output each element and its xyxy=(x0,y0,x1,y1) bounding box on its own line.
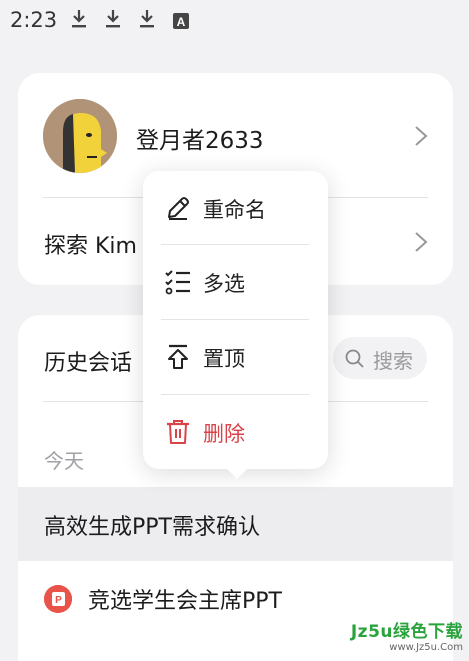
download-icon xyxy=(140,10,154,28)
chevron-right-icon[interactable] xyxy=(414,231,428,253)
context-menu-pointer xyxy=(224,466,250,479)
watermark-main: Jz5u绿色下载 xyxy=(350,622,463,642)
checklist-icon xyxy=(165,270,190,295)
menu-item-pin[interactable]: 置顶 xyxy=(143,320,328,394)
trash-icon xyxy=(167,420,189,444)
list-item-title: 高效生成PPT需求确认 xyxy=(44,515,260,540)
section-today: 今天 xyxy=(44,449,84,473)
list-item[interactable]: 高效生成PPT需求确认 xyxy=(18,487,453,561)
menu-item-delete[interactable]: 删除 xyxy=(143,395,328,469)
search-button[interactable]: 搜索 xyxy=(333,337,427,379)
download-icon xyxy=(106,10,120,28)
menu-item-label: 重命名 xyxy=(203,198,266,222)
watermark-sub: www.Jz5u.Com xyxy=(389,642,463,653)
watermark: Jz5u绿色下载 www.Jz5u.Com xyxy=(351,617,463,653)
chevron-right-icon[interactable] xyxy=(414,125,428,147)
search-label: 搜索 xyxy=(373,349,413,373)
menu-item-label: 删除 xyxy=(203,422,245,446)
pin-top-icon xyxy=(168,344,188,369)
avatar[interactable] xyxy=(43,99,117,173)
menu-item-label: 多选 xyxy=(203,272,245,296)
context-menu: 重命名 多选 置顶 删除 xyxy=(143,171,328,469)
svg-text:A: A xyxy=(177,15,186,29)
status-bar: 2:23 A xyxy=(0,0,469,40)
search-icon xyxy=(345,349,364,368)
menu-item-rename[interactable]: 重命名 xyxy=(143,171,328,245)
menu-item-multiselect[interactable]: 多选 xyxy=(143,245,328,319)
a-icon: A xyxy=(173,13,189,29)
svg-text:P: P xyxy=(55,595,62,606)
status-time: 2:23 xyxy=(10,8,58,32)
history-title: 历史会话 xyxy=(44,351,133,376)
avatar-face-icon xyxy=(43,99,117,173)
menu-item-label: 置顶 xyxy=(203,347,245,371)
download-icon xyxy=(72,10,86,28)
ppt-icon: P xyxy=(44,585,72,613)
pencil-icon xyxy=(168,197,189,220)
username[interactable]: 登月者2633 xyxy=(136,121,264,155)
list-item-title: 竞选学生会主席PPT xyxy=(88,589,282,614)
explore-kim-label[interactable]: 探索 Kim xyxy=(44,228,137,260)
